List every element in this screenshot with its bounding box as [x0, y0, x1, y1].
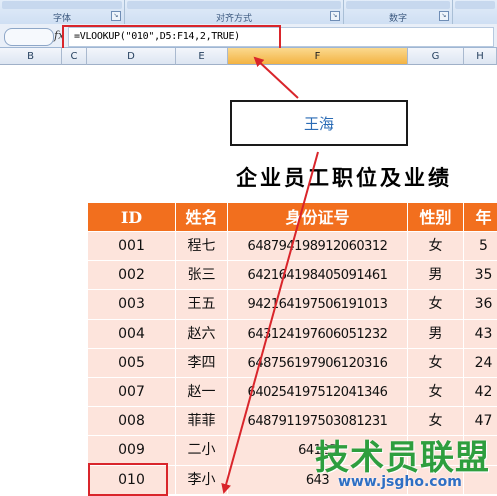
watermark-url: www.jsgho.com: [338, 474, 462, 490]
arrow-to-row: [221, 151, 319, 494]
arrow-to-formula: [253, 56, 299, 99]
watermark-title: 技术员联盟: [315, 438, 490, 478]
annotation-arrows: [221, 56, 319, 494]
